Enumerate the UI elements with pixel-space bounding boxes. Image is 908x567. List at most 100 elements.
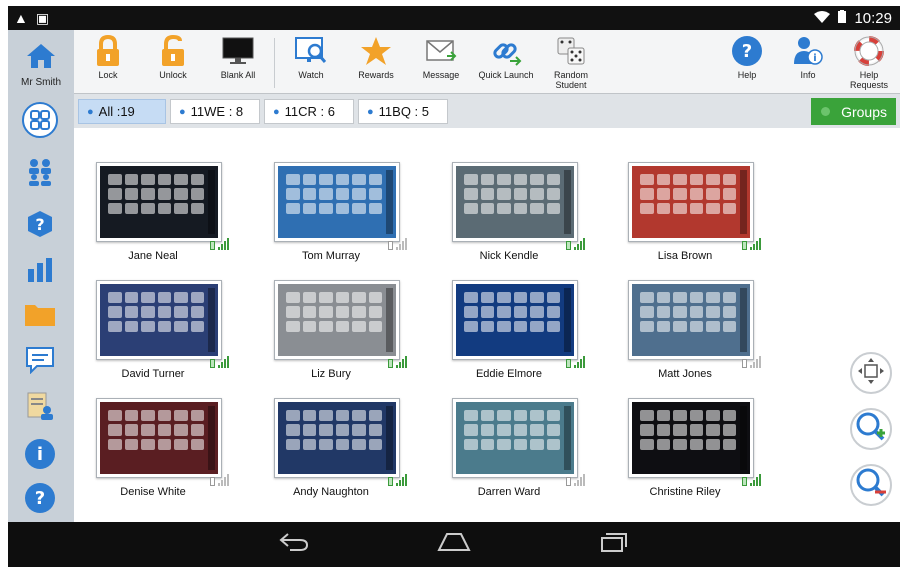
battery-signal-icon: [210, 356, 229, 368]
student-name: Jane Neal: [128, 250, 178, 262]
info-icon: i: [790, 34, 826, 68]
sidebar-report-button[interactable]: [20, 388, 60, 428]
screen-thumbnail[interactable]: [274, 280, 400, 360]
thumbnails-icon: [22, 101, 58, 143]
screen-thumbnail[interactable]: [274, 162, 400, 242]
battery-signal-icon: [742, 356, 761, 368]
lock-button[interactable]: Lock: [79, 34, 137, 92]
student-tile[interactable]: David Turner: [92, 276, 232, 386]
screen-thumbnail[interactable]: [452, 280, 578, 360]
student-tile[interactable]: Matt Jones: [624, 276, 764, 386]
battery-signal-icon: [742, 474, 761, 486]
groups-button[interactable]: Groups: [811, 98, 896, 125]
battery-signal-icon: [566, 238, 585, 250]
student-tile[interactable]: Christine Riley: [624, 394, 764, 504]
student-tile[interactable]: Liz Bury: [270, 276, 410, 386]
sidebar-chart-button[interactable]: [20, 252, 60, 292]
help-icon: ?: [25, 483, 55, 513]
unlock-button[interactable]: Unlock: [144, 34, 202, 92]
student-name: Lisa Brown: [657, 250, 713, 262]
group-icon: ●: [87, 105, 94, 118]
info-icon: i: [25, 439, 55, 469]
student-tile[interactable]: Tom Murray: [270, 158, 410, 268]
home-nav-button[interactable]: [434, 530, 474, 560]
zoom-out-button[interactable]: [850, 464, 892, 506]
device-screen: [278, 166, 396, 238]
help-icon: ?: [732, 36, 762, 66]
tab-11cr[interactable]: ● 11CR : 6: [264, 99, 354, 124]
sidebar-help-button[interactable]: ?: [20, 478, 60, 518]
screen-thumbnail[interactable]: [96, 398, 222, 478]
sidebar-help-cloud-button[interactable]: ?: [20, 206, 60, 246]
group-icon: ●: [273, 105, 280, 118]
zoom-in-icon: [855, 411, 887, 448]
device-screen: [632, 166, 750, 238]
random-student-button[interactable]: Random Student: [542, 34, 600, 92]
battery-signal-icon: [210, 238, 229, 250]
screen-thumbnail[interactable]: [274, 398, 400, 478]
monitor-icon: [220, 34, 256, 68]
group-tabs-bar: ● All :19 ● 11WE : 8 ● 11CR : 6 ● 11BQ :…: [74, 94, 900, 128]
student-tile[interactable]: Darren Ward: [448, 394, 588, 504]
device-screen: [278, 402, 396, 474]
wifi-icon: [814, 10, 831, 27]
quick-launch-button[interactable]: Quick Launch: [477, 34, 535, 92]
star-icon: [358, 34, 394, 68]
student-name: Matt Jones: [658, 368, 712, 380]
info-toolbar-button[interactable]: i Info: [779, 34, 837, 92]
battery-signal-icon: [742, 238, 761, 250]
battery-signal-icon: [566, 356, 585, 368]
tab-all[interactable]: ● All :19: [78, 99, 166, 124]
back-button[interactable]: [274, 530, 314, 560]
pan-control-button[interactable]: [850, 352, 892, 394]
help-toolbar-button[interactable]: ? Help: [718, 34, 776, 92]
chart-icon: [26, 257, 54, 288]
warning-icon: ▲: [14, 9, 28, 26]
rewards-button[interactable]: Rewards: [347, 34, 405, 92]
blank-all-button[interactable]: Blank All: [209, 34, 267, 92]
zoom-out-icon: [855, 467, 887, 504]
student-tile[interactable]: Andy Naughton: [270, 394, 410, 504]
device-screen: [632, 284, 750, 356]
screen-thumbnail[interactable]: [628, 280, 754, 360]
lifebuoy-icon: [851, 34, 887, 68]
student-name: Liz Bury: [311, 368, 351, 380]
student-tile[interactable]: Jane Neal: [92, 158, 232, 268]
group-icon: ●: [367, 105, 374, 118]
screen-thumbnail[interactable]: [628, 398, 754, 478]
back-icon: [278, 532, 310, 557]
help-requests-button[interactable]: Help Requests: [840, 34, 898, 92]
envelope-icon: [423, 34, 459, 68]
student-name: Eddie Elmore: [475, 368, 543, 380]
recent-apps-button[interactable]: [594, 530, 634, 560]
screen-thumbnail[interactable]: [96, 280, 222, 360]
user-box[interactable]: Mr Smith: [8, 30, 74, 94]
screen-thumbnail[interactable]: [452, 398, 578, 478]
sidebar-info-button[interactable]: i: [20, 434, 60, 474]
sidebar-thumbnails-button[interactable]: [20, 101, 60, 143]
tab-11bq[interactable]: ● 11BQ : 5: [358, 99, 448, 124]
sidebar-folder-button[interactable]: [20, 296, 60, 336]
zoom-in-button[interactable]: [850, 408, 892, 450]
battery-signal-icon: [388, 356, 407, 368]
group-icon: ●: [179, 105, 186, 118]
sidebar-students-button[interactable]: [20, 154, 60, 194]
student-tile[interactable]: Nick Kendle: [448, 158, 588, 268]
screen-thumbnail[interactable]: [96, 162, 222, 242]
tablet-frame: ▲ ▣ 10:29 Mr Smith ? i ? Lock Unlock Bla…: [0, 0, 908, 567]
toolbar-divider: [274, 38, 275, 88]
watch-button[interactable]: Watch: [282, 34, 340, 92]
student-name: David Turner: [121, 368, 185, 380]
tab-11we[interactable]: ● 11WE : 8: [170, 99, 260, 124]
battery-signal-icon: [388, 474, 407, 486]
sidebar-chat-button[interactable]: [20, 342, 60, 382]
svg-text:?: ?: [35, 215, 44, 234]
app-window: Mr Smith ? i ? Lock Unlock Blank All Wat…: [8, 30, 900, 522]
message-button[interactable]: Message: [412, 34, 470, 92]
student-tile[interactable]: Eddie Elmore: [448, 276, 588, 386]
student-tile[interactable]: Lisa Brown: [624, 158, 764, 268]
screen-thumbnail[interactable]: [628, 162, 754, 242]
screen-thumbnail[interactable]: [452, 162, 578, 242]
battery-signal-icon: [210, 474, 229, 486]
student-tile[interactable]: Denise White: [92, 394, 232, 504]
